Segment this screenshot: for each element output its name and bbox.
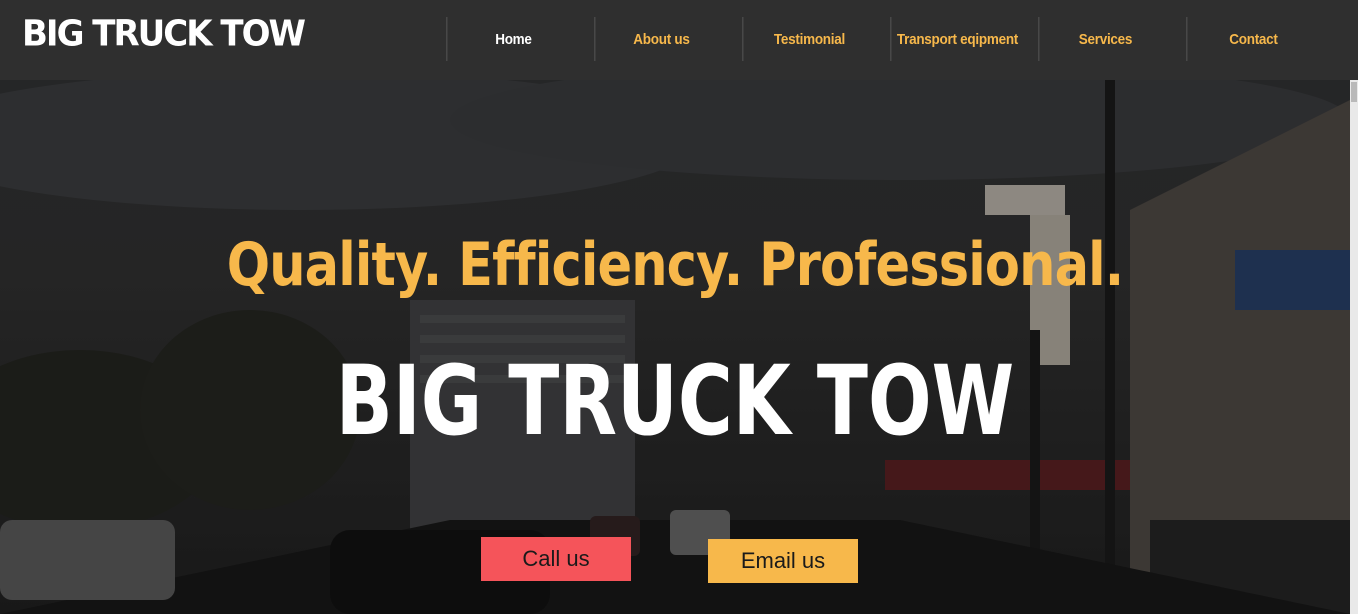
hero-tagline: Quality. Efficiency. Professional. [226, 230, 1124, 300]
nav-item-home[interactable]: Home [446, 17, 579, 61]
hero-section: Quality. Efficiency. Professional. BIG T… [0, 80, 1350, 614]
hero-title: BIG TRUCK TOW [335, 345, 1015, 457]
site-logo[interactable]: BIG TRUCK TOW [22, 13, 306, 55]
email-us-button[interactable]: Email us [708, 539, 858, 583]
main-nav: Home About us Testimonial Transport eqip… [439, 17, 1327, 61]
nav-item-transport-equipment[interactable]: Transport eqipment [890, 17, 1023, 61]
site-header: BIG TRUCK TOW Home About us Testimonial … [0, 0, 1358, 80]
scrollbar-thumb[interactable] [1351, 82, 1357, 102]
nav-item-about-us[interactable]: About us [594, 17, 727, 61]
nav-item-contact[interactable]: Contact [1186, 17, 1319, 61]
nav-item-services[interactable]: Services [1038, 17, 1171, 61]
call-us-button[interactable]: Call us [481, 537, 631, 581]
page-scrollbar[interactable] [1350, 80, 1358, 614]
nav-item-testimonial[interactable]: Testimonial [742, 17, 875, 61]
